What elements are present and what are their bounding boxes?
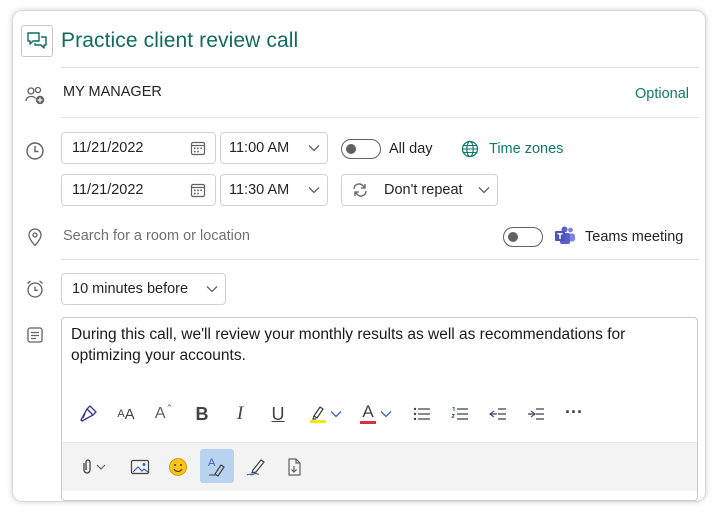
font-size-large-glyph: A [124, 405, 135, 423]
decrease-indent-button[interactable] [482, 398, 514, 430]
attendee-input[interactable]: MY MANAGER [63, 84, 162, 100]
repeat-value: Don't repeat [384, 182, 463, 198]
font-color-glyph: A [362, 402, 374, 421]
alarm-clock-icon [23, 277, 47, 301]
font-size-button[interactable]: AA [110, 398, 142, 430]
end-date-value: 11/21/2022 [72, 182, 144, 198]
end-date-field[interactable]: 11/21/2022 [61, 174, 216, 206]
more-options-button[interactable]: ··· [558, 396, 590, 428]
calendar-icon[interactable] [181, 182, 215, 198]
grow-font-button[interactable]: A ⌃ [148, 398, 180, 430]
bold-button[interactable]: B [186, 398, 218, 430]
font-color-swatch [360, 421, 376, 424]
insert-picture-button[interactable] [124, 451, 156, 483]
divider [61, 259, 699, 260]
numbering-button[interactable] [444, 398, 476, 430]
bullets-button[interactable] [406, 398, 438, 430]
message-editor[interactable]: During this call, we'll review your mont… [61, 317, 698, 501]
time-zones-link[interactable]: Time zones [489, 141, 563, 157]
svg-text:A: A [208, 457, 216, 469]
toggle-knob [346, 144, 356, 154]
optional-link[interactable]: Optional [635, 86, 689, 102]
location-pin-icon [23, 225, 47, 249]
grow-font-glyph: A [154, 405, 166, 422]
insert-file-button[interactable] [278, 451, 310, 483]
end-time-dropdown[interactable]: 11:30 AM [220, 174, 328, 206]
chat-icon [21, 25, 53, 57]
insert-toolbar: A [62, 442, 697, 491]
chevron-down-icon [301, 144, 327, 152]
underline-button[interactable]: U [262, 398, 294, 430]
chevron-down-icon[interactable] [326, 398, 346, 430]
format-painter-button[interactable] [72, 398, 104, 430]
font-size-small-glyph: A [117, 408, 125, 420]
reminder-dropdown[interactable]: 10 minutes before [61, 273, 226, 305]
all-day-label: All day [389, 141, 433, 157]
clock-icon [23, 139, 47, 163]
start-date-field[interactable]: 11/21/2022 [61, 132, 216, 164]
add-people-icon [23, 83, 47, 107]
reminder-value: 10 minutes before [72, 281, 189, 297]
all-day-toggle[interactable] [341, 139, 381, 159]
event-body-text[interactable]: During this call, we'll review your mont… [71, 324, 687, 366]
repeat-icon [342, 182, 378, 198]
attach-button[interactable] [74, 451, 114, 483]
editor-styles-button[interactable]: A [200, 449, 234, 483]
chevron-down-icon [301, 186, 327, 194]
divider [61, 117, 699, 118]
teams-meeting-toggle[interactable] [503, 227, 543, 247]
signature-button[interactable] [240, 451, 272, 483]
italic-button[interactable]: I [224, 398, 256, 430]
event-form: Practice client review call MY MANAGER O… [12, 10, 706, 502]
start-time-dropdown[interactable]: 11:00 AM [220, 132, 328, 164]
globe-icon[interactable] [459, 138, 481, 160]
toggle-knob [508, 232, 518, 242]
chevron-down-icon [199, 285, 225, 293]
teams-icon [554, 225, 576, 247]
notes-icon [23, 323, 47, 347]
teams-meeting-label: Teams meeting [585, 229, 684, 245]
divider [61, 67, 699, 68]
grow-arrow-icon: ⌃ [165, 402, 174, 413]
event-title[interactable]: Practice client review call [61, 29, 298, 53]
emoji-button[interactable] [162, 451, 194, 483]
start-time-value: 11:00 AM [229, 140, 290, 156]
chevron-down-icon [471, 186, 497, 194]
chevron-down-icon[interactable] [376, 398, 396, 430]
repeat-dropdown[interactable]: Don't repeat [341, 174, 498, 206]
increase-indent-button[interactable] [520, 398, 552, 430]
location-input[interactable]: Search for a room or location [63, 228, 250, 244]
start-date-value: 11/21/2022 [72, 140, 144, 156]
end-time-value: 11:30 AM [229, 182, 290, 198]
calendar-icon[interactable] [181, 140, 215, 156]
